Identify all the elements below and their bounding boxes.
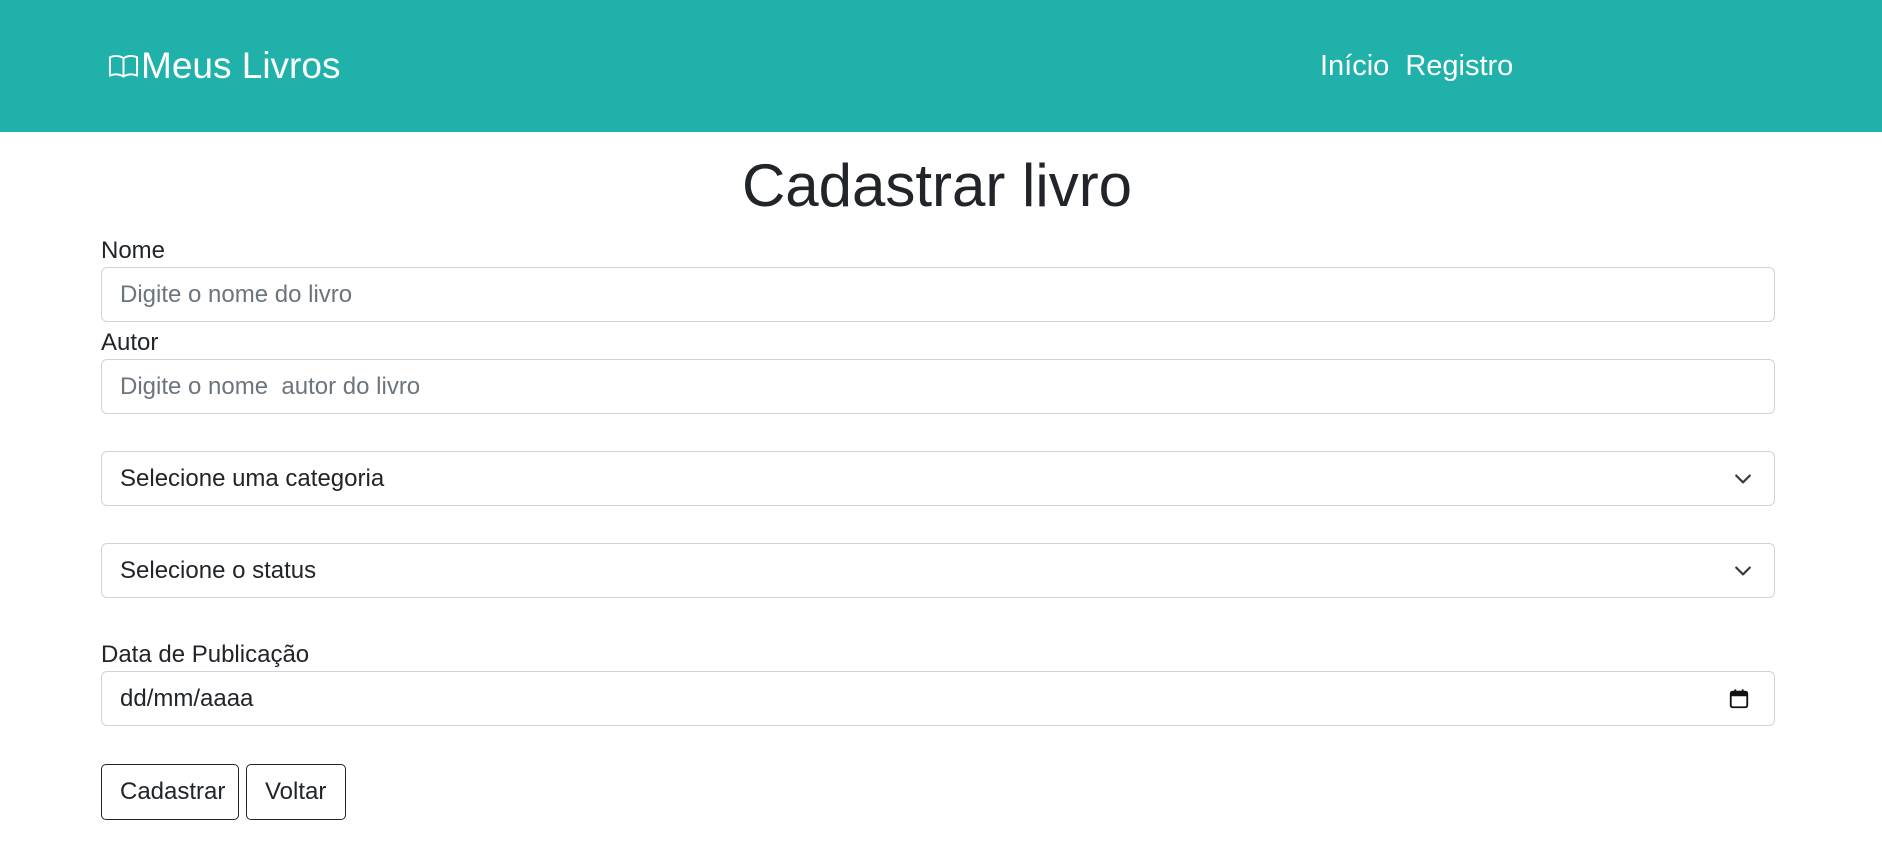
brand-link[interactable]: Meus Livros bbox=[108, 44, 340, 88]
categoria-selected-value: Selecione uma categoria bbox=[120, 464, 385, 492]
brand-title: Meus Livros bbox=[141, 45, 341, 86]
nome-label: Nome bbox=[101, 237, 166, 264]
categoria-select[interactable]: Selecione uma categoria bbox=[101, 451, 1775, 506]
page-title: Cadastrar livro bbox=[741, 152, 1133, 219]
nav-link-registro[interactable]: Registro bbox=[1405, 48, 1513, 84]
calendar-icon[interactable] bbox=[1728, 688, 1750, 710]
status-select[interactable]: Selecione o status bbox=[101, 543, 1775, 598]
nav-links: Início Registro bbox=[1320, 48, 1513, 84]
chevron-down-icon bbox=[1735, 474, 1751, 484]
data-publicacao-input[interactable]: dd/mm/aaaa bbox=[101, 671, 1775, 726]
data-publicacao-label: Data de Publicação bbox=[101, 641, 310, 668]
voltar-button[interactable]: Voltar bbox=[246, 764, 346, 820]
date-value: dd/mm/aaaa bbox=[120, 684, 254, 712]
nav-link-inicio[interactable]: Início bbox=[1320, 48, 1389, 84]
cadastrar-button[interactable]: Cadastrar bbox=[101, 764, 239, 820]
status-selected-value: Selecione o status bbox=[120, 556, 317, 584]
autor-input[interactable] bbox=[101, 359, 1775, 414]
autor-label: Autor bbox=[101, 329, 159, 356]
chevron-down-icon bbox=[1735, 566, 1751, 576]
nome-input[interactable] bbox=[101, 267, 1775, 322]
book-open-icon bbox=[108, 54, 139, 78]
navbar: Meus Livros Início Registro bbox=[0, 0, 1882, 132]
